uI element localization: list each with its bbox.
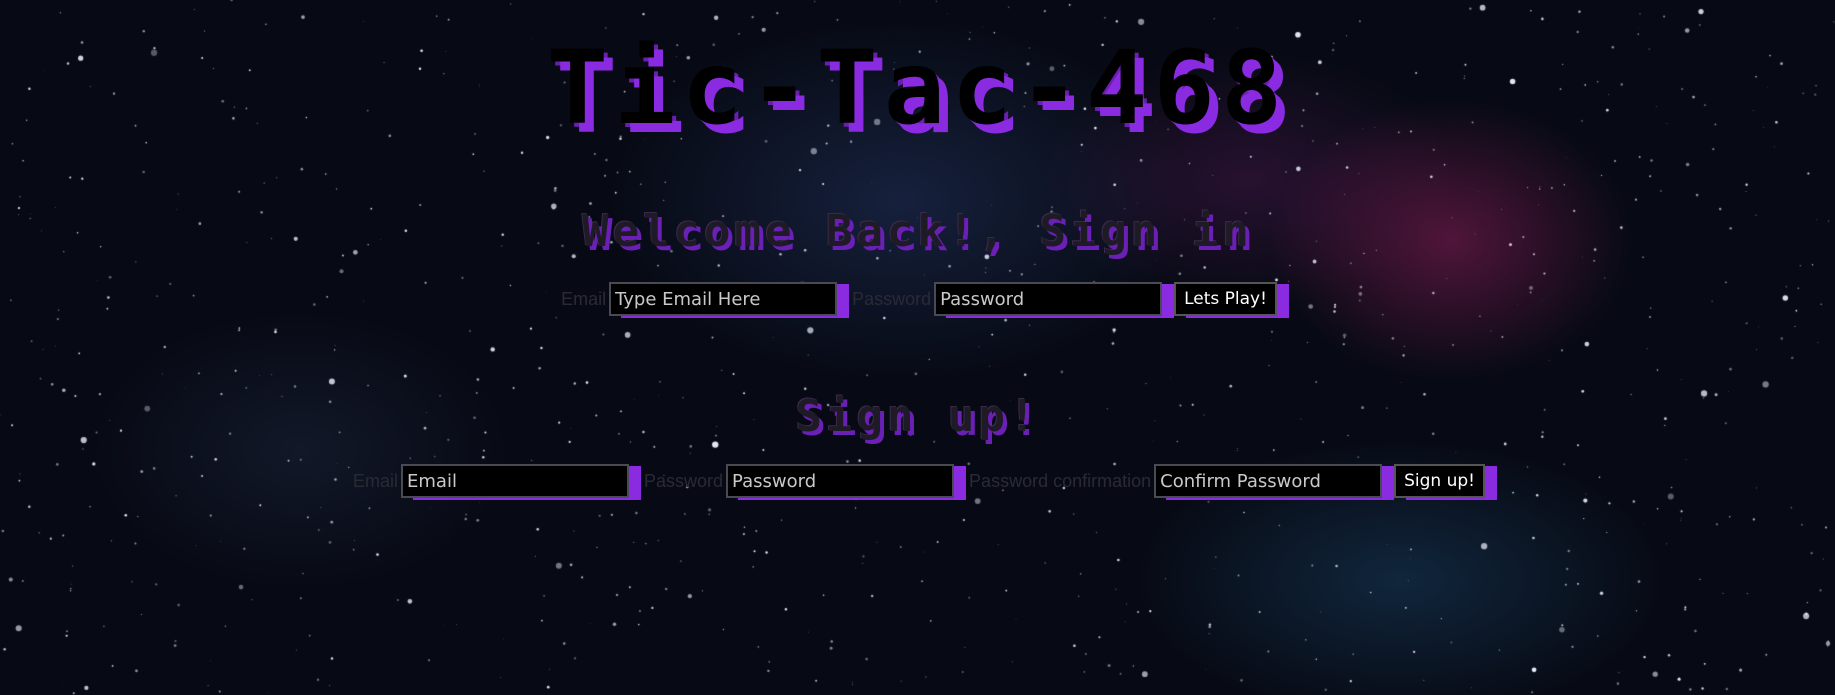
signin-form: Email Password Lets Play! <box>0 282 1835 316</box>
signin-heading: Welcome Back!, Sign in <box>582 206 1253 257</box>
signup-confirm-label: Password confirmation <box>969 470 1152 491</box>
signin-password-label: Password <box>852 288 932 309</box>
signin-email-input[interactable] <box>609 282 838 316</box>
signin-email-label: Email <box>561 288 607 309</box>
signin-password-input[interactable] <box>934 282 1163 316</box>
signup-email-label: Email <box>353 470 399 491</box>
app-title: Tic-Tac-468 <box>546 29 1289 148</box>
page: Tic-Tac-468 Welcome Back!, Sign in Email… <box>0 0 1835 695</box>
signup-password-input[interactable] <box>726 464 955 498</box>
lets-play-button[interactable]: Lets Play! <box>1174 282 1277 316</box>
signup-password-label: Password <box>644 470 724 491</box>
signup-confirm-input[interactable] <box>1154 464 1383 498</box>
sign-up-button[interactable]: Sign up! <box>1394 464 1485 498</box>
signup-email-input[interactable] <box>401 464 630 498</box>
signup-heading: Sign up! <box>795 391 1040 442</box>
signup-form: Email Password Password confirmation Sig… <box>0 464 1835 498</box>
